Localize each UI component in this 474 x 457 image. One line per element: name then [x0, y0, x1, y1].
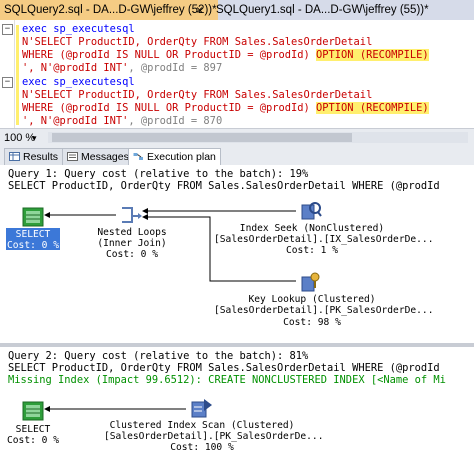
clustered-index-scan-cost: Cost: 100 % — [170, 442, 234, 453]
editor-gutter: − − — [0, 20, 15, 128]
zoom-bar: 100 % ▾ — [0, 128, 474, 148]
query2-header: Query 2: Query cost (relative to the bat… — [8, 350, 309, 362]
tab-messages-label: Messages — [81, 151, 129, 163]
query-separator — [0, 343, 474, 347]
scrollbar-thumb[interactable] — [52, 133, 352, 142]
execution-plan-pane: Query 1: Query cost (relative to the bat… — [0, 165, 474, 457]
code-line-4: ', N'@prodId INT', @prodId = 897 — [22, 62, 223, 74]
change-marker — [16, 25, 19, 125]
messages-icon — [67, 152, 78, 161]
collapse-icon[interactable]: − — [2, 24, 13, 35]
close-tab-icon[interactable]: × — [196, 0, 203, 20]
document-tab-bar: SQLQuery2.sql - DA...D-GW\jeffrey (52))*… — [0, 0, 474, 20]
code-line-3: WHERE (@prodId IS NULL OR ProductID = @p… — [22, 49, 429, 61]
tab-results-label: Results — [23, 151, 59, 163]
horizontal-scrollbar[interactable] — [48, 132, 468, 143]
tab-execution-plan[interactable]: Execution plan — [128, 148, 221, 165]
grid-icon — [9, 152, 20, 161]
code-line-5: exec sp_executesql — [22, 76, 135, 88]
tab-messages[interactable]: Messages — [62, 148, 134, 165]
tab-execution-plan-label: Execution plan — [147, 151, 216, 163]
tab-sqlquery1[interactable]: SQLQuery1.sql - DA...D-GW\jeffrey (55))* — [212, 0, 433, 20]
select-node-cost: Cost: 0 % — [7, 435, 59, 446]
query1-plan-connectors — [44, 208, 296, 282]
code-line-2: N'SELECT ProductID, OrderQty FROM Sales.… — [22, 36, 373, 48]
query-editor[interactable]: − − exec sp_executesql N'SELECT ProductI… — [0, 20, 474, 128]
missing-index-hint[interactable]: Missing Index (Impact 99.6512): CREATE N… — [8, 374, 446, 386]
tab-sqlquery2-label: SQLQuery2.sql - DA...D-GW\jeffrey (52))* — [4, 4, 217, 16]
query2-plan-connectors — [44, 406, 186, 412]
code-line-7: WHERE (@prodId IS NULL OR ProductID = @p… — [22, 102, 429, 114]
code-line-8: ', N'@prodId INT', @prodId = 870 — [22, 115, 223, 127]
collapse-icon[interactable]: − — [2, 77, 13, 88]
code-line-6: N'SELECT ProductID, OrderQty FROM Sales.… — [22, 89, 373, 101]
result-tabs: Results Messages Execution plan — [0, 147, 474, 165]
tab-sqlquery2[interactable]: SQLQuery2.sql - DA...D-GW\jeffrey (52))* — [0, 0, 218, 20]
zoom-level[interactable]: 100 % — [4, 130, 35, 146]
execution-plan-icon — [133, 153, 143, 160]
query2-sql: SELECT ProductID, OrderQty FROM Sales.Sa… — [8, 362, 440, 374]
zoom-dropdown-icon[interactable]: ▾ — [32, 130, 37, 146]
tab-sqlquery1-label: SQLQuery1.sql - DA...D-GW\jeffrey (55))* — [216, 4, 429, 16]
code-line-1: exec sp_executesql — [22, 23, 135, 35]
tab-results[interactable]: Results — [4, 148, 64, 165]
